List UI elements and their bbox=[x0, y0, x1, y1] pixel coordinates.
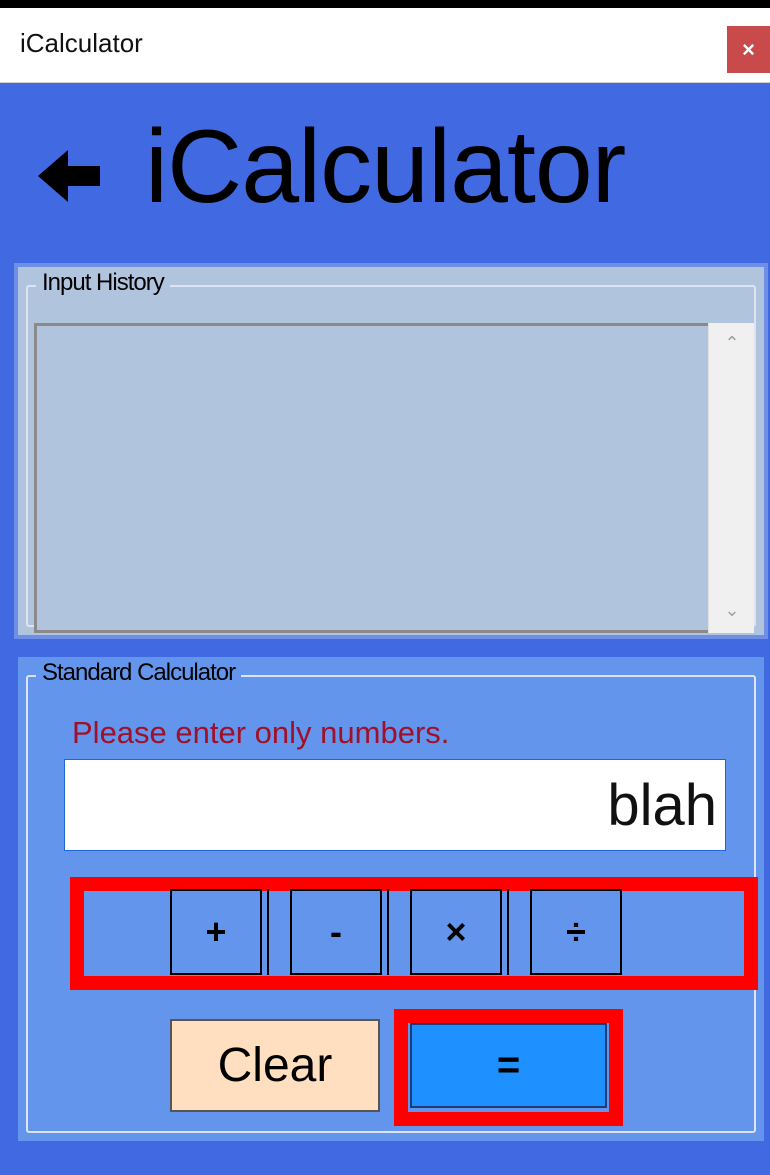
back-arrow-icon[interactable] bbox=[36, 146, 104, 206]
standard-calculator-label: Standard Calculator bbox=[36, 659, 242, 687]
validation-error-message: Please enter only numbers. bbox=[72, 715, 450, 750]
number-input[interactable] bbox=[64, 759, 726, 851]
scroll-down-icon[interactable]: ⌄ bbox=[709, 600, 755, 621]
multiply-button[interactable]: × bbox=[410, 889, 502, 975]
window-title: iCalculator bbox=[20, 28, 143, 58]
subtract-button[interactable]: - bbox=[290, 889, 382, 975]
input-history-group: Input History ⌃ ⌄ bbox=[14, 263, 768, 639]
close-icon: × bbox=[742, 36, 755, 62]
history-scrollbar[interactable]: ⌃ ⌄ bbox=[708, 323, 754, 633]
operator-divider bbox=[387, 889, 389, 975]
add-button[interactable]: + bbox=[170, 889, 262, 975]
app-title: iCalculator bbox=[145, 109, 626, 225]
close-button[interactable]: × bbox=[727, 26, 770, 73]
divide-button[interactable]: ÷ bbox=[530, 889, 622, 975]
standard-calculator-group: Standard Calculator Please enter only nu… bbox=[14, 653, 768, 1145]
title-bar: iCalculator × bbox=[0, 8, 770, 83]
equals-button[interactable]: = bbox=[410, 1023, 607, 1108]
input-history-label: Input History bbox=[36, 269, 170, 297]
scroll-up-icon[interactable]: ⌃ bbox=[709, 333, 755, 354]
operator-divider bbox=[507, 889, 509, 975]
clear-button[interactable]: Clear bbox=[170, 1019, 380, 1112]
calculator-window: iCalculator × iCalculator Input History … bbox=[0, 8, 770, 1175]
input-history-list[interactable] bbox=[34, 323, 754, 633]
operator-divider bbox=[267, 889, 269, 975]
